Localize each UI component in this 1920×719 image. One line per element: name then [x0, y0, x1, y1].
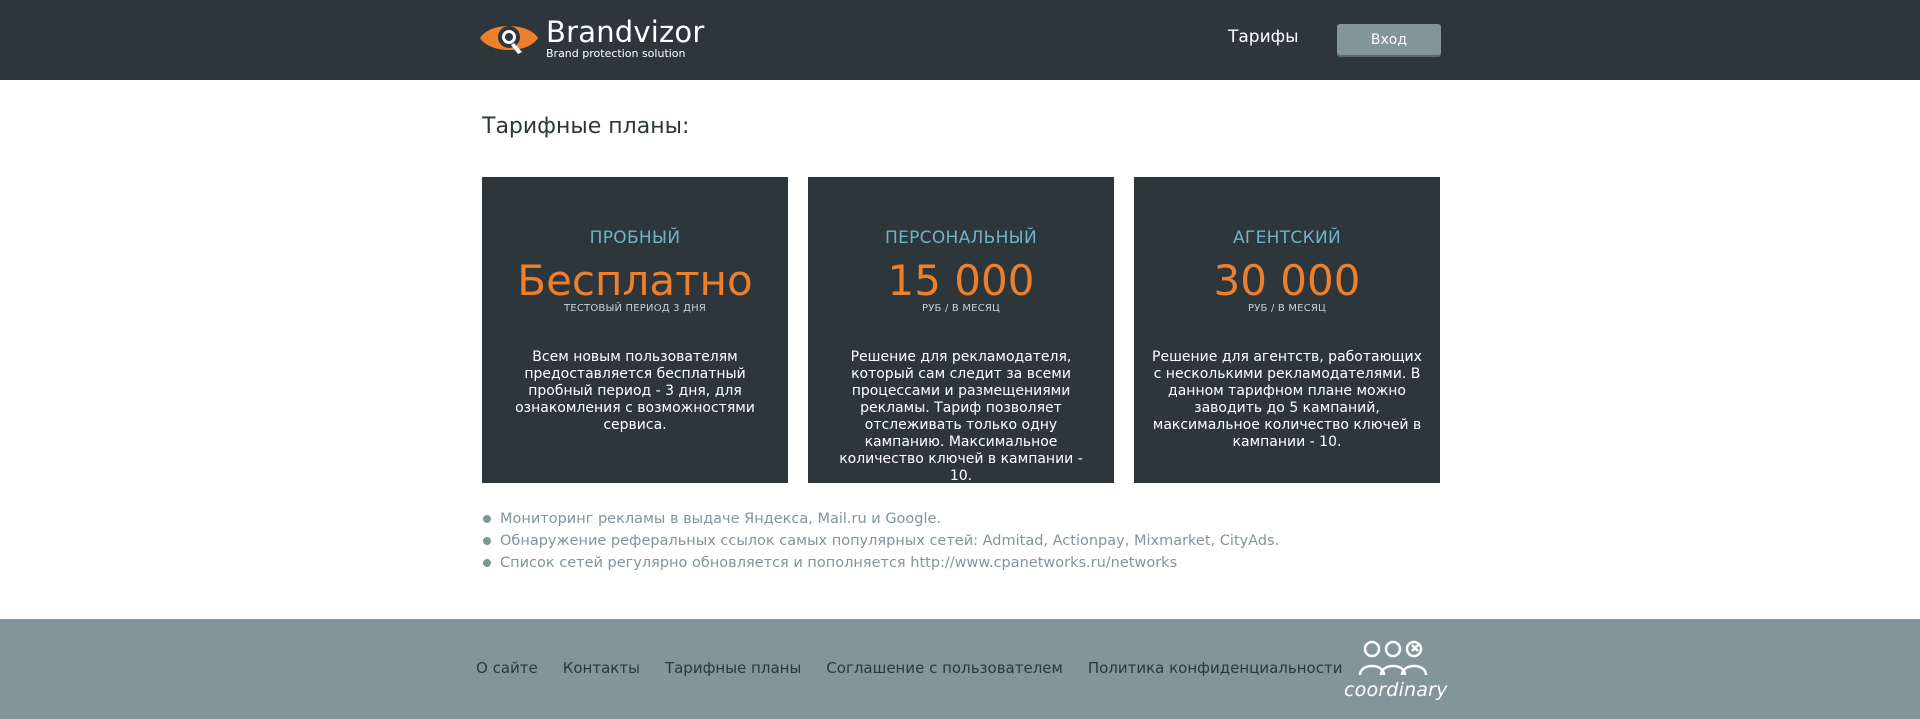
plan-card-trial[interactable]: ПРОБНЫЙ Бесплатно ТЕСТОВЫЙ ПЕРИОД 3 ДНЯ …	[482, 177, 788, 483]
plan-name: АГЕНТСКИЙ	[1233, 228, 1341, 248]
pricing-plans: ПРОБНЫЙ Бесплатно ТЕСТОВЫЙ ПЕРИОД 3 ДНЯ …	[482, 177, 1440, 484]
plan-price-note: РУБ / В МЕСЯЦ	[1248, 303, 1326, 314]
plan-price: 15 000	[887, 256, 1035, 305]
plan-price-note: ТЕСТОВЫЙ ПЕРИОД 3 ДНЯ	[564, 303, 706, 314]
footer-link-about[interactable]: О сайте	[476, 659, 538, 677]
logo-name: Brandvizor	[546, 14, 705, 49]
coordinary-wordmark: coordinary	[1344, 679, 1448, 701]
coordinary-people-logo-icon	[1358, 640, 1428, 676]
coordinary-logo[interactable]: coordinary	[1344, 637, 1448, 707]
site-header: Brandvizor Brand protection solution Тар…	[0, 0, 1920, 80]
plan-description: Решение для рекламодателя, который сам с…	[839, 349, 1083, 484]
brandvizor-eye-logo-icon	[480, 26, 538, 54]
feature-item: Список сетей регулярно обновляется и поп…	[482, 552, 1279, 574]
footer-link-contacts[interactable]: Контакты	[563, 659, 640, 677]
footer-link-agreement[interactable]: Соглашение с пользователем	[826, 659, 1063, 677]
plan-description: Всем новым пользователям предоставляется…	[515, 349, 755, 433]
site-footer: О сайте Контакты Тарифные планы Соглашен…	[0, 619, 1920, 719]
feature-item: Обнаружение реферальных ссылок самых поп…	[482, 530, 1279, 552]
nav-link-tariffs[interactable]: Тарифы	[1228, 27, 1299, 47]
feature-item: Мониторинг рекламы в выдаче Яндекса, Mai…	[482, 508, 1279, 530]
plan-price: 30 000	[1213, 256, 1361, 305]
plan-card-agency[interactable]: АГЕНТСКИЙ 30 000 РУБ / В МЕСЯЦ Решение д…	[1134, 177, 1440, 483]
plan-price-note: РУБ / В МЕСЯЦ	[922, 303, 1000, 314]
logo-tagline: Brand protection solution	[546, 46, 686, 60]
page-title: Тарифные планы:	[482, 114, 690, 139]
plan-name: ПЕРСОНАЛЬНЫЙ	[885, 228, 1037, 248]
plan-price: Бесплатно	[517, 256, 753, 305]
footer-link-plans[interactable]: Тарифные планы	[665, 659, 801, 677]
footer-nav: О сайте Контакты Тарифные планы Соглашен…	[476, 659, 1342, 677]
footer-link-privacy[interactable]: Политика конфиденциальности	[1088, 659, 1343, 677]
brandvizor-logo[interactable]: Brandvizor Brand protection solution	[478, 16, 704, 60]
plan-card-personal[interactable]: ПЕРСОНАЛЬНЫЙ 15 000 РУБ / В МЕСЯЦ Решени…	[808, 177, 1114, 484]
plan-name: ПРОБНЫЙ	[589, 228, 681, 248]
login-button[interactable]: Вход	[1337, 24, 1441, 55]
plan-description: Решение для агентств, работающих с неско…	[1152, 349, 1422, 450]
feature-list: Мониторинг рекламы в выдаче Яндекса, Mai…	[482, 508, 1279, 574]
logo-text: Brandvizor Brand protection solution	[546, 17, 704, 60]
